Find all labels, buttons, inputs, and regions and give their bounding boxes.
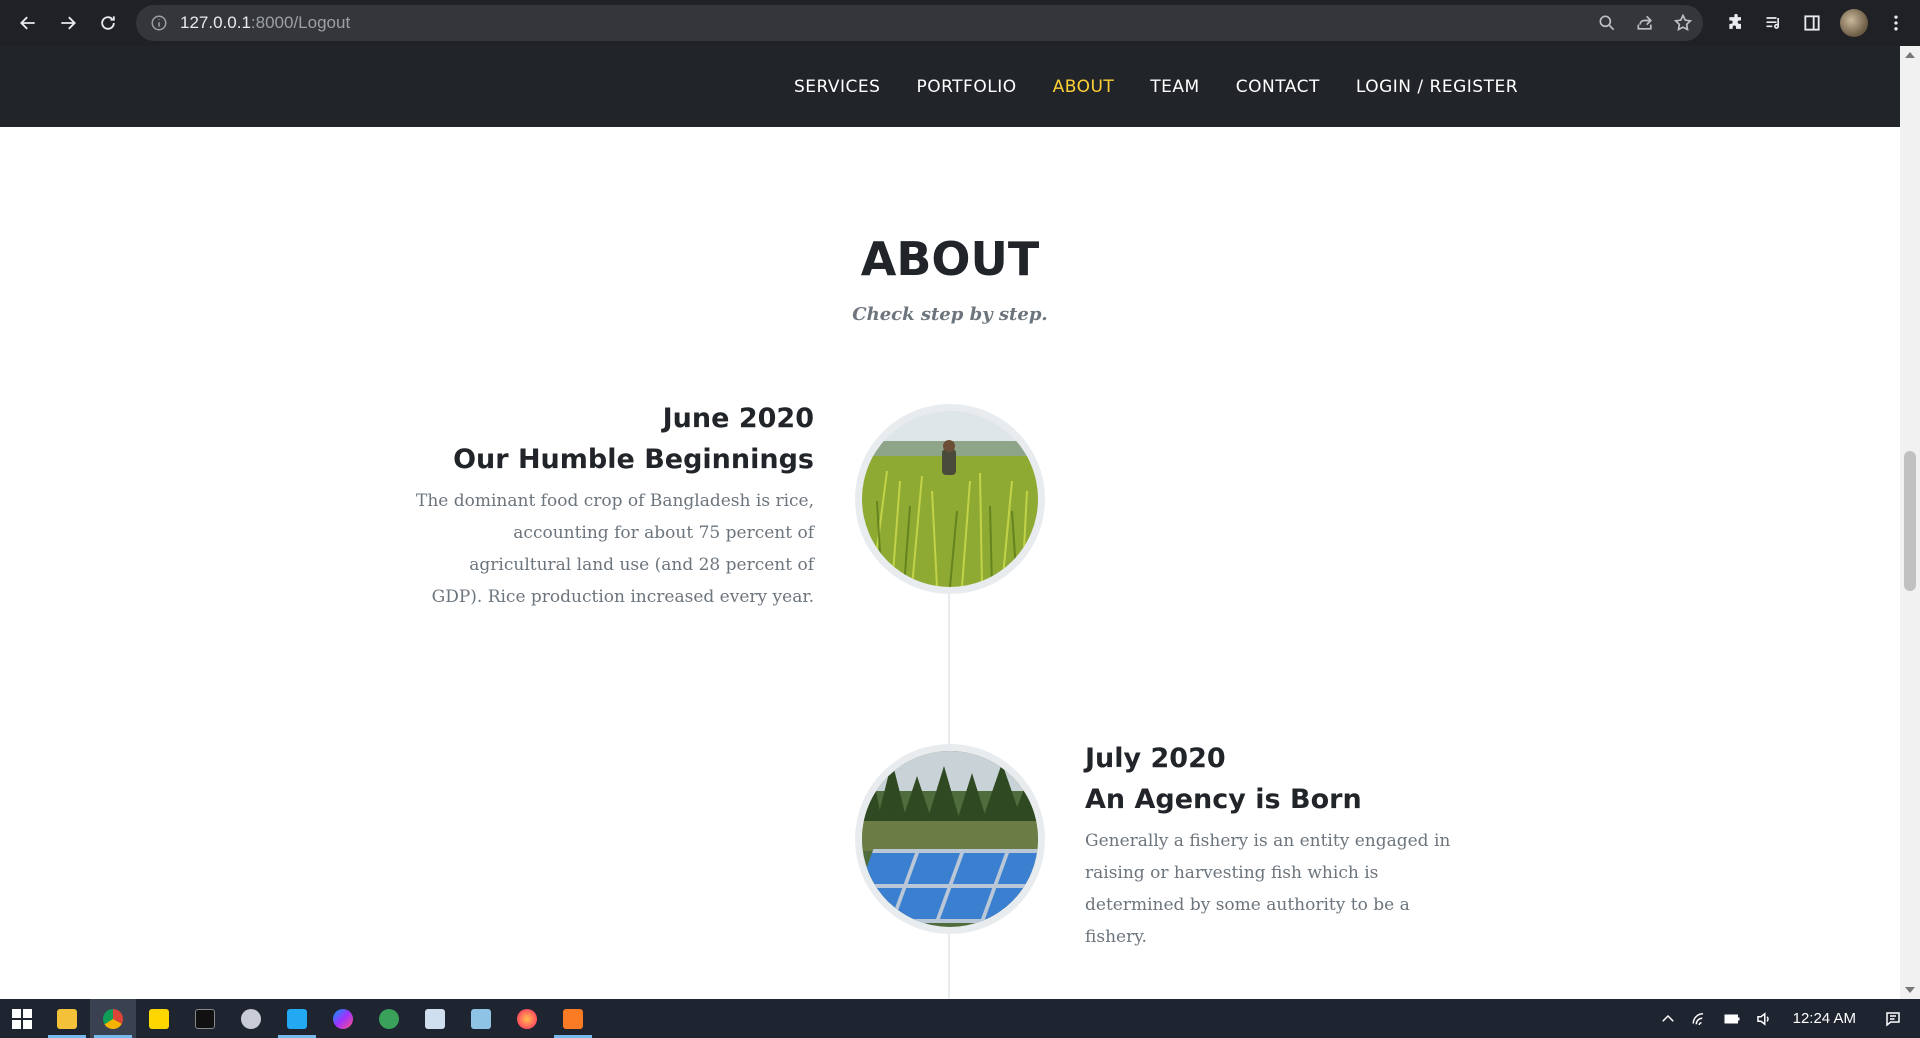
reload-button[interactable]: [88, 3, 128, 43]
green-app-icon: [379, 1008, 399, 1029]
vscode-icon: [287, 1008, 307, 1029]
profile-avatar[interactable]: [1840, 9, 1868, 37]
taskbar-vscode[interactable]: [274, 999, 320, 1038]
url-text: 127.0.0.1:8000/Logout: [180, 13, 351, 32]
zoom-icon[interactable]: [1597, 13, 1617, 33]
timeline-date: June 2020: [662, 403, 814, 434]
terminal-icon: [195, 1008, 215, 1029]
taskbar-messenger[interactable]: [320, 999, 366, 1038]
back-button[interactable]: [8, 3, 48, 43]
nav-menu: SERVICES PORTFOLIO ABOUT TEAM CONTACT LO…: [794, 46, 1554, 127]
cloud-app-icon: [241, 1008, 261, 1029]
system-tray: 12:24 AM: [1659, 999, 1920, 1038]
nav-item-team[interactable]: TEAM: [1150, 77, 1199, 97]
firefox-icon: [517, 1008, 537, 1029]
scroll-down-arrow[interactable]: [1905, 987, 1915, 993]
section-subtitle: Check step by step.: [852, 304, 1048, 325]
nav-item-services[interactable]: SERVICES: [794, 77, 880, 97]
taskbar-app-5[interactable]: [228, 999, 274, 1038]
share-icon[interactable]: [1635, 13, 1655, 33]
page-scrollbar[interactable]: [1900, 46, 1920, 999]
timeline-item-2-text: July 2020 An Agency is Born Generally a …: [1085, 738, 1485, 953]
site-info-icon[interactable]: [150, 14, 168, 32]
wifi-icon[interactable]: [1691, 1010, 1709, 1028]
browser-toolbar: 127.0.0.1:8000/Logout: [0, 0, 1920, 46]
page-viewport: SERVICES PORTFOLIO ABOUT TEAM CONTACT LO…: [0, 46, 1900, 999]
timeline-body: The dominant food crop of Bangladesh is …: [415, 491, 814, 607]
messenger-icon: [333, 1008, 353, 1029]
forward-button[interactable]: [48, 3, 88, 43]
xampp-icon: [563, 1008, 583, 1029]
nav-item-login-register[interactable]: LOGIN / REGISTER: [1356, 77, 1518, 97]
nav-item-contact[interactable]: CONTACT: [1236, 77, 1320, 97]
windows-taskbar: 12:24 AM: [0, 999, 1920, 1038]
taskbar-clock[interactable]: 12:24 AM: [1793, 1010, 1856, 1027]
nav-item-portfolio[interactable]: PORTFOLIO: [916, 77, 1016, 97]
menu-kebab-icon[interactable]: [1886, 13, 1906, 33]
rice-field-photo: [855, 404, 1045, 594]
extensions-icon[interactable]: [1726, 13, 1746, 33]
address-bar[interactable]: 127.0.0.1:8000/Logout: [136, 5, 1703, 41]
sticky-note-icon: [149, 1008, 169, 1029]
taskbar-xampp[interactable]: [550, 999, 596, 1038]
notifications-icon[interactable]: [1884, 1010, 1902, 1028]
chevron-up-icon[interactable]: [1659, 1010, 1677, 1028]
notepad-icon: [471, 1008, 491, 1029]
timeline-date: July 2020: [1085, 743, 1226, 774]
battery-icon[interactable]: [1723, 1010, 1741, 1028]
section-title: ABOUT: [860, 232, 1040, 286]
taskbar-sticky-notes[interactable]: [136, 999, 182, 1038]
fishery-photo: [855, 744, 1045, 934]
taskbar-terminal[interactable]: [182, 999, 228, 1038]
taskbar-file-explorer[interactable]: [44, 999, 90, 1038]
windows-logo-icon: [12, 1008, 32, 1029]
taskbar-firefox[interactable]: [504, 999, 550, 1038]
timeline-heading: Our Humble Beginnings: [453, 444, 814, 475]
timeline-item-1-text: June 2020 Our Humble Beginnings The domi…: [414, 398, 814, 613]
forward-arrow-icon: [61, 16, 76, 30]
side-panel-icon[interactable]: [1802, 13, 1822, 33]
start-button[interactable]: [0, 999, 44, 1038]
reload-icon: [101, 16, 115, 30]
volume-icon[interactable]: [1755, 1010, 1773, 1028]
document-app-icon: [425, 1008, 445, 1029]
taskbar-chrome[interactable]: [90, 999, 136, 1038]
timeline-heading: An Agency is Born: [1085, 784, 1362, 815]
media-queue-icon[interactable]: [1764, 13, 1784, 33]
bookmark-star-icon[interactable]: [1673, 13, 1693, 33]
site-navbar: SERVICES PORTFOLIO ABOUT TEAM CONTACT LO…: [0, 46, 1900, 127]
folder-icon: [57, 1008, 77, 1029]
taskbar-app-8[interactable]: [366, 999, 412, 1038]
back-arrow-icon: [20, 16, 35, 30]
scroll-up-arrow[interactable]: [1905, 52, 1915, 58]
taskbar-app-10[interactable]: [458, 999, 504, 1038]
taskbar-app-9[interactable]: [412, 999, 458, 1038]
chrome-icon: [103, 1008, 123, 1029]
scrollbar-thumb[interactable]: [1904, 451, 1916, 591]
timeline-body: Generally a fishery is an entity engaged…: [1085, 831, 1451, 947]
nav-item-about[interactable]: ABOUT: [1053, 77, 1115, 97]
